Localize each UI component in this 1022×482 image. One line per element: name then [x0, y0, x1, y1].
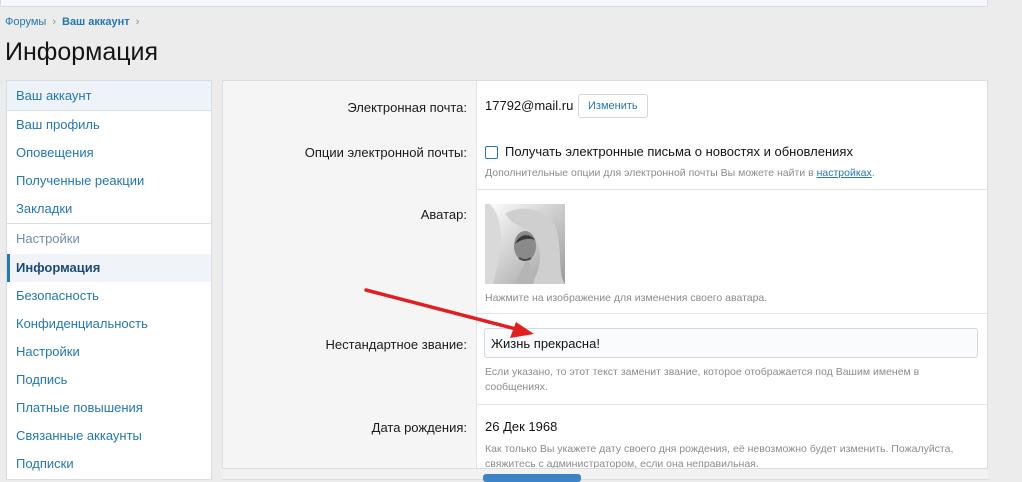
email-value: 17792@mail.ru: [485, 98, 574, 113]
top-strip: [0, 0, 988, 7]
change-email-button[interactable]: Изменить: [578, 94, 648, 118]
chevron-right-icon: ›: [135, 16, 140, 28]
dob-label: Дата рождения:: [371, 420, 467, 435]
newsletter-checkbox[interactable]: [485, 146, 498, 159]
sidebar-item-alerts[interactable]: Оповещения: [7, 139, 211, 167]
sidebar: Ваш аккаунт Ваш профиль Оповещения Получ…: [6, 80, 212, 480]
breadcrumb-account[interactable]: Ваш аккаунт: [62, 16, 130, 28]
page-title: Информация: [5, 38, 159, 66]
account-form: Электронная почта: 17792@mail.ru Изменит…: [222, 80, 988, 480]
custom-title-hint: Если указано, то этот текст заменит зван…: [485, 366, 920, 393]
dob-value: 26 Дек 1968: [485, 419, 558, 434]
divider: [477, 404, 987, 405]
sidebar-item-bookmarks[interactable]: Закладки: [7, 195, 211, 223]
email-options-hint: Дополнительные опции для электронной поч…: [485, 167, 875, 179]
sidebar-item-reactions[interactable]: Полученные реакции: [7, 167, 211, 195]
red-arrow-icon: [364, 288, 534, 338]
breadcrumb-forums[interactable]: Форумы: [5, 16, 46, 28]
custom-title-input[interactable]: [484, 328, 978, 358]
form-footer: [222, 468, 988, 479]
sidebar-item-upgrades[interactable]: Платные повышения: [7, 394, 211, 422]
sidebar-item-privacy[interactable]: Конфиденциальность: [7, 310, 211, 338]
divider: [477, 313, 987, 314]
sidebar-item-subscriptions[interactable]: Подписки: [7, 450, 211, 478]
email-options-label: Опции электронной почты:: [304, 145, 467, 160]
avatar-label: Аватар:: [420, 207, 467, 222]
email-label: Электронная почта:: [347, 100, 467, 115]
sidebar-heading-settings: Настройки: [7, 223, 211, 254]
sidebar-item-security[interactable]: Безопасность: [7, 282, 211, 310]
preferences-link[interactable]: настройках: [817, 167, 872, 179]
sidebar-item-preferences[interactable]: Настройки: [7, 338, 211, 366]
avatar[interactable]: [485, 204, 565, 284]
sidebar-item-connected-accounts[interactable]: Связанные аккаунты: [7, 422, 211, 450]
newsletter-checkbox-label[interactable]: Получать электронные письма о новостях и…: [505, 144, 853, 159]
sidebar-item-signature[interactable]: Подпись: [7, 366, 211, 394]
chevron-right-icon: ›: [52, 16, 56, 28]
save-button[interactable]: [483, 474, 581, 482]
divider: [477, 189, 987, 190]
sidebar-item-profile[interactable]: Ваш профиль: [7, 111, 211, 139]
sidebar-item-information[interactable]: Информация: [7, 254, 211, 282]
sidebar-heading-account[interactable]: Ваш аккаунт: [7, 81, 211, 111]
breadcrumb: Форумы › Ваш аккаунт ›: [5, 16, 139, 28]
